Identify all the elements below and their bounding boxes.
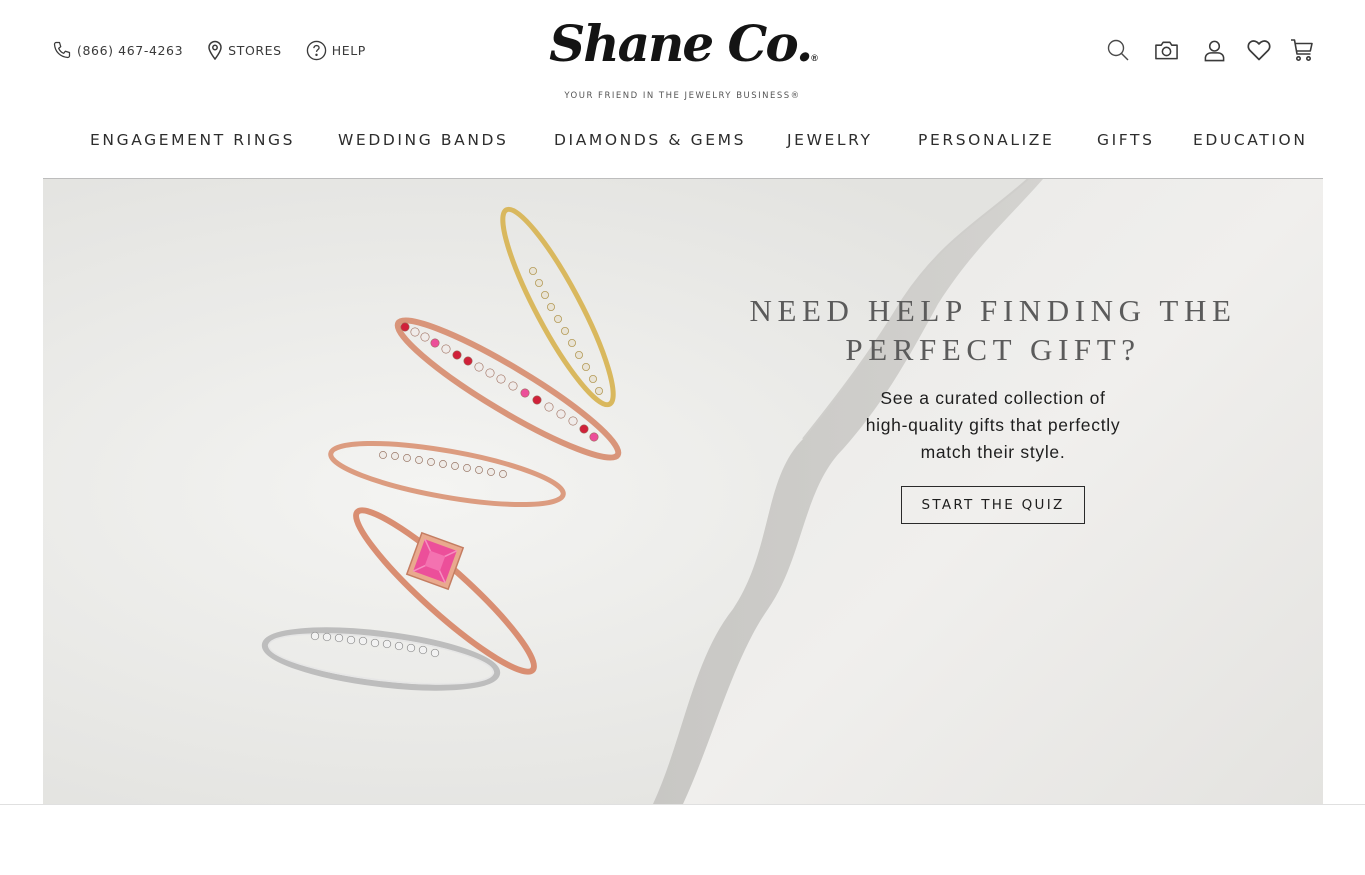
logo-name: Shane Co. xyxy=(549,14,813,73)
account-icon xyxy=(1204,40,1224,61)
nav-item-gifts[interactable]: GIFTS xyxy=(1097,131,1155,149)
stores-link[interactable]: STORES xyxy=(207,40,282,60)
nav-item-personalize[interactable]: PERSONALIZE xyxy=(918,131,1054,149)
hero-title: NEED HELP FINDING THE PERFECT GIFT? xyxy=(733,291,1253,369)
account-button[interactable] xyxy=(1201,37,1227,63)
stores-label: STORES xyxy=(228,42,282,58)
hero-title-line: PERFECT GIFT? xyxy=(845,332,1141,367)
logo-registered: ® xyxy=(811,53,817,63)
logo-wordmark: Shane Co.® xyxy=(540,10,825,78)
search-icon xyxy=(1107,39,1129,61)
header-actions xyxy=(1105,37,1315,63)
nav-item-engagement-rings[interactable]: ENGAGEMENT RINGS xyxy=(90,131,295,149)
logo-tagline: YOUR FRIEND IN THE JEWELRY BUSINESS® xyxy=(564,91,801,101)
hero-subtitle-line: high-quality gifts that perfectly xyxy=(865,415,1121,435)
main-nav: ENGAGEMENT RINGS WEDDING BANDS DIAMONDS … xyxy=(43,131,1323,153)
hero-banner[interactable]: NEED HELP FINDING THE PERFECT GIFT? See … xyxy=(43,179,1323,804)
help-icon xyxy=(306,40,327,61)
phone-icon xyxy=(52,40,72,60)
cart-button[interactable] xyxy=(1289,37,1315,63)
hero-title-line: NEED HELP FINDING THE xyxy=(749,293,1237,328)
map-pin-icon xyxy=(207,40,223,60)
hero-subtitle-line: match their style. xyxy=(920,442,1066,462)
hero-content: NEED HELP FINDING THE PERFECT GIFT? See … xyxy=(733,291,1253,524)
wishlist-button[interactable] xyxy=(1246,37,1272,63)
help-label: HELP xyxy=(331,42,366,58)
help-link[interactable]: HELP xyxy=(306,40,366,61)
start-quiz-button[interactable]: START THE QUIZ xyxy=(901,486,1085,524)
camera-icon xyxy=(1154,41,1178,60)
search-button[interactable] xyxy=(1105,37,1131,63)
visual-search-button[interactable] xyxy=(1153,37,1179,63)
nav-item-wedding-bands[interactable]: WEDDING BANDS xyxy=(338,131,509,149)
hero-subtitle-line: See a curated collection of xyxy=(880,388,1106,408)
utility-bar: (866) 467-4263 STORES HELP xyxy=(52,38,390,62)
phone-link[interactable]: (866) 467-4263 xyxy=(52,40,183,60)
page-divider xyxy=(0,804,1365,805)
nav-item-education[interactable]: EDUCATION xyxy=(1193,131,1308,149)
cart-icon xyxy=(1291,39,1313,61)
hero-subtitle: See a curated collection of high-quality… xyxy=(733,385,1253,466)
nav-item-jewelry[interactable]: JEWELRY xyxy=(787,131,873,149)
heart-icon xyxy=(1247,40,1271,61)
nav-item-diamonds-gems[interactable]: DIAMONDS & GEMS xyxy=(554,131,746,149)
site-logo[interactable]: Shane Co.® YOUR FRIEND IN THE JEWELRY BU… xyxy=(540,10,825,101)
phone-number: (866) 467-4263 xyxy=(77,42,184,58)
